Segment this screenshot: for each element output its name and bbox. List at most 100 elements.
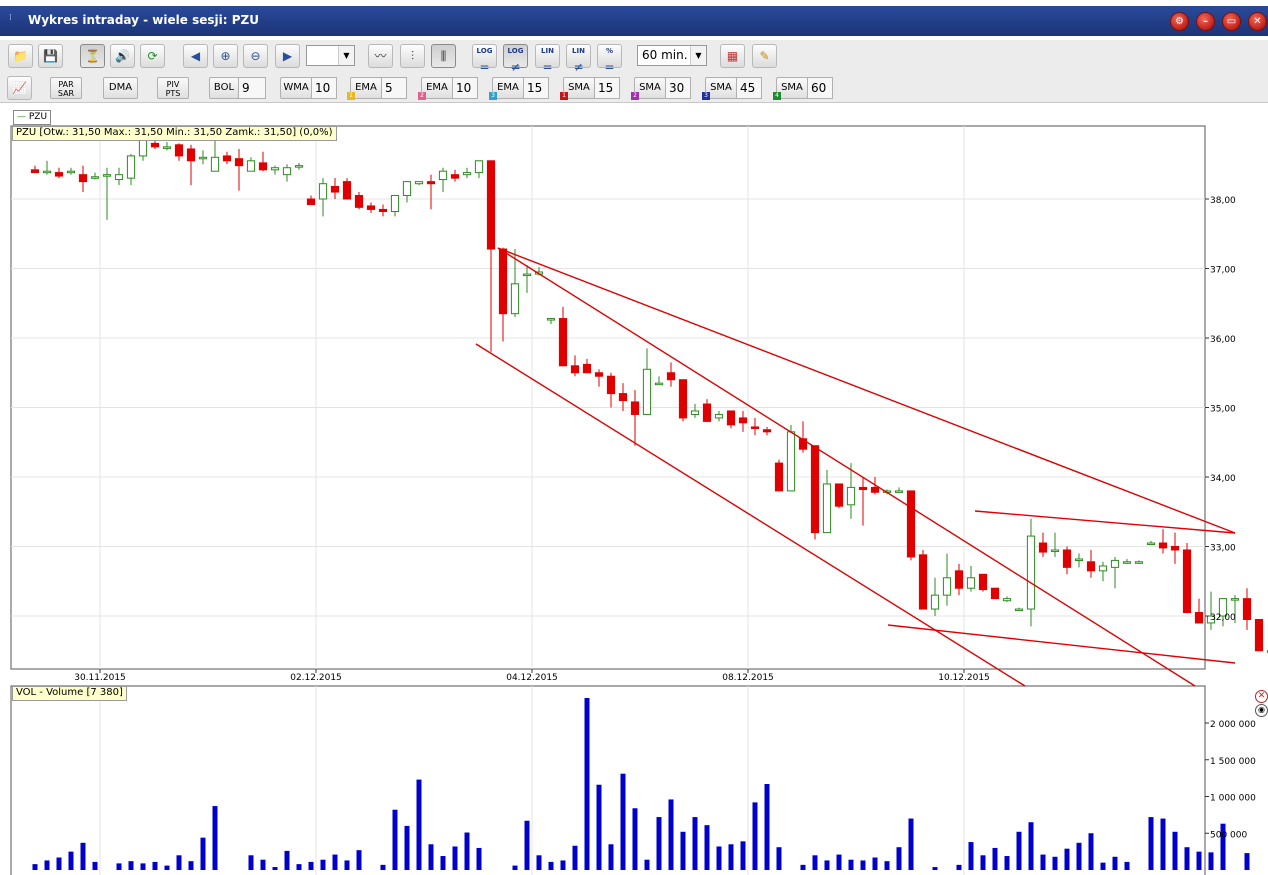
volume-bar	[476, 847, 482, 870]
candle-body	[954, 570, 964, 589]
volume-bar	[584, 698, 590, 870]
zoom-out-icon[interactable]: ⊖	[243, 44, 268, 68]
pivpts-button[interactable]: PIV PTS	[157, 77, 189, 99]
volume-bar	[1076, 842, 1082, 870]
candle-body	[1254, 618, 1264, 652]
volume-bar	[644, 859, 650, 870]
window-titlebar: ⁞ Wykres intraday - wiele sesji: PZU ⚙ –…	[0, 6, 1268, 36]
candle-body	[1182, 549, 1192, 614]
scroll-right-icon[interactable]: ▶	[275, 44, 300, 68]
line-chart-icon[interactable]: 〰	[368, 44, 393, 68]
interval-select[interactable]: ▼	[306, 45, 355, 66]
chevron-down-icon[interactable]: ▼	[690, 46, 706, 65]
volume-bar	[548, 861, 554, 870]
volume-bar	[1100, 862, 1106, 870]
volume-bar	[752, 802, 758, 870]
volume-bar	[1160, 818, 1166, 870]
bol-period[interactable]: 9	[238, 77, 266, 99]
volume-bar	[812, 855, 818, 870]
volume-bar	[668, 799, 674, 870]
candle-body	[762, 429, 772, 433]
main-toolbar: 📁 💾 ⏳ 🔊 ⟳ ◀ ⊕ ⊖ ▶ ▼ 〰 ⫶ ⫼ LOG = LOG ≠ LIN =…	[0, 40, 1268, 75]
speaker-icon[interactable]: 🔊	[110, 44, 135, 68]
sma1-period[interactable]: 15	[594, 77, 620, 99]
candle-body	[1038, 542, 1048, 553]
volume-bar	[1016, 831, 1022, 870]
sma3-period[interactable]: 45	[736, 77, 762, 99]
candle-body	[114, 174, 124, 181]
volume-bar	[452, 846, 458, 870]
candle-body	[1110, 559, 1120, 568]
close-icon[interactable]: ✕	[1248, 12, 1267, 31]
sma4-period[interactable]: 60	[807, 77, 833, 99]
candle-body	[342, 181, 352, 200]
volume-bar	[1124, 861, 1130, 870]
candle-body	[738, 417, 748, 424]
volume-bar	[956, 864, 962, 870]
candle-body	[234, 158, 244, 167]
close-panel-icon[interactable]: ✕	[1255, 690, 1268, 703]
volume-bar	[560, 860, 566, 870]
candle-body	[1158, 542, 1168, 549]
timeframe-select[interactable]: 60 min. ▼	[637, 45, 707, 66]
wma-period[interactable]: 10	[311, 77, 337, 99]
candle-body	[198, 156, 208, 160]
indicator-toolbar: 📈 PAR SAR DMA PIV PTS BOL 9 WMA 10 EMA 5…	[0, 74, 1268, 103]
volume-bar	[932, 867, 938, 870]
chevron-down-icon[interactable]: ▼	[338, 46, 354, 65]
sma2-period[interactable]: 30	[665, 77, 691, 99]
ema1-number: 1	[347, 92, 355, 100]
candle-body	[186, 148, 196, 162]
volume-bar	[596, 784, 602, 870]
volume-bar	[1112, 856, 1118, 870]
ema2-period[interactable]: 10	[452, 77, 478, 99]
candle-body	[222, 155, 232, 162]
dma-button[interactable]: DMA	[103, 77, 138, 99]
ema3-period[interactable]: 15	[523, 77, 549, 99]
legend-label: PZU	[28, 112, 48, 122]
edit-note-icon[interactable]: ✎	[752, 44, 777, 68]
restore-icon[interactable]: ▭	[1222, 12, 1241, 31]
candle-body	[906, 490, 916, 558]
settings-icon[interactable]: ⚙	[1170, 12, 1189, 31]
color-grid-icon[interactable]: ▦	[720, 44, 745, 68]
date-tick-label: 04.12.2015	[506, 673, 558, 683]
candle-body	[978, 573, 988, 591]
percent-scale-button[interactable]: % =	[597, 44, 622, 74]
minimize-icon[interactable]: –	[1196, 12, 1215, 31]
volume-bar	[200, 837, 206, 870]
volume-bar	[416, 779, 422, 870]
zoom-in-icon[interactable]: ⊕	[213, 44, 238, 68]
volume-bar	[620, 773, 626, 870]
ema1-period[interactable]: 5	[381, 77, 407, 99]
volume-bar	[356, 850, 362, 870]
lin-scale-button[interactable]: LIN =	[535, 44, 560, 74]
indicator-chart-icon[interactable]: 📈	[7, 76, 32, 100]
lin-scale-alt-button[interactable]: LIN ≠	[566, 44, 591, 74]
candle-body	[1218, 598, 1228, 617]
price-tick-label: 37,00	[1210, 266, 1236, 276]
parsar-button[interactable]: PAR SAR	[50, 77, 82, 99]
volume-bar	[884, 861, 890, 870]
bol-button[interactable]: BOL	[209, 77, 239, 99]
volume-tick-label: 500 000	[1210, 830, 1247, 840]
scroll-left-icon[interactable]: ◀	[183, 44, 208, 68]
log-scale-button[interactable]: LOG =	[472, 44, 497, 74]
volume-bar	[740, 841, 746, 870]
panel-settings-icon[interactable]: ◉	[1255, 704, 1268, 717]
candle-body	[162, 146, 172, 149]
drag-grip-icon[interactable]: ⁞	[9, 14, 13, 27]
volume-bar	[260, 859, 266, 870]
candlestick-chart-icon[interactable]: ⫼	[431, 44, 456, 68]
ohlc-chart-icon[interactable]: ⫶	[400, 44, 425, 68]
open-folder-icon[interactable]: 📁	[8, 44, 33, 68]
candle-body	[174, 144, 184, 157]
wma-button[interactable]: WMA	[280, 77, 312, 99]
candle-body	[606, 375, 616, 395]
trend-line	[497, 247, 1236, 534]
hourglass-icon[interactable]: ⏳	[80, 44, 105, 68]
refresh-icon[interactable]: ⟳	[140, 44, 165, 68]
log-scale-alt-button[interactable]: LOG ≠	[503, 44, 528, 74]
candle-body	[642, 368, 652, 415]
save-icon[interactable]: 💾	[38, 44, 63, 68]
